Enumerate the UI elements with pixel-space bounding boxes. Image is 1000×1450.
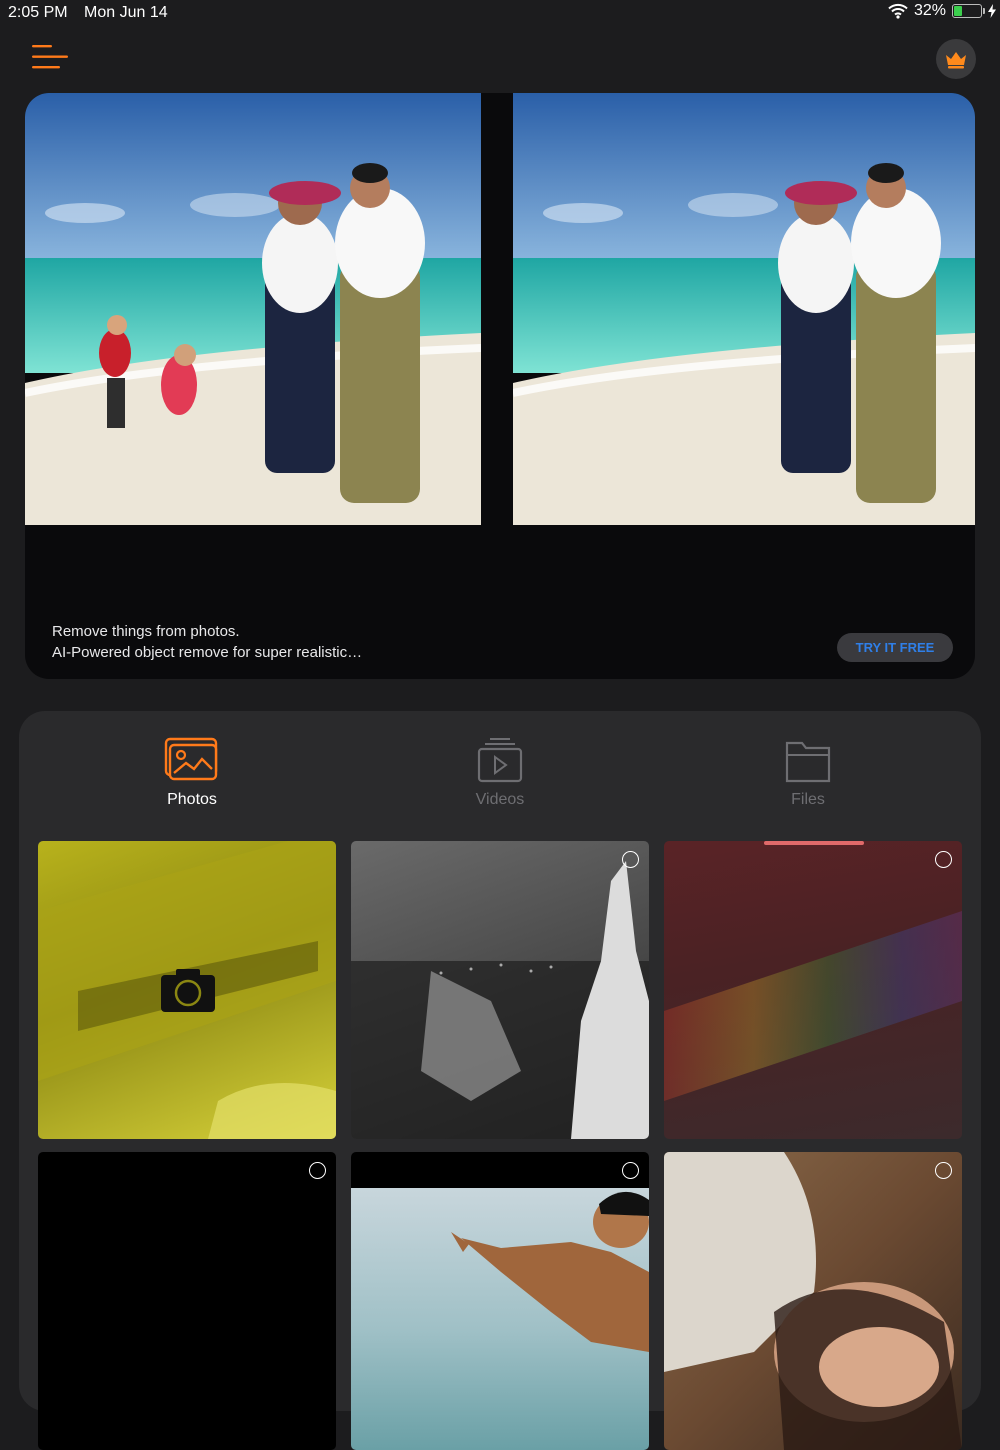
select-circle-icon[interactable] [935, 1162, 952, 1179]
wifi-icon [888, 3, 908, 19]
tab-photos-label: Photos [167, 791, 217, 808]
select-circle-icon[interactable] [935, 851, 952, 868]
photo-thumbnail[interactable] [664, 841, 962, 1139]
tab-photos[interactable]: Photos [122, 735, 262, 809]
photo-thumbnail[interactable] [664, 1152, 962, 1450]
status-right: 32% [888, 2, 996, 20]
crown-icon [946, 52, 966, 69]
camera-capture-tile[interactable] [38, 841, 336, 1139]
photos-icon [164, 737, 218, 781]
select-circle-icon[interactable] [309, 1162, 326, 1179]
premium-button[interactable] [936, 39, 976, 79]
hero-description: Remove things from photos. AI-Powered ob… [52, 621, 362, 663]
tab-videos-label: Videos [475, 791, 525, 808]
hero-before-image [25, 93, 481, 525]
hero-banner[interactable]: Remove things from photos. AI-Powered ob… [25, 93, 975, 679]
battery-fill [954, 6, 962, 16]
try-it-free-button[interactable]: TRY IT FREE [837, 633, 953, 662]
hero-after-image [513, 93, 975, 525]
status-time: 2:05 PM [8, 4, 68, 21]
tab-videos[interactable]: Videos [430, 735, 570, 809]
tab-files-label: Files [791, 791, 825, 808]
select-circle-icon[interactable] [622, 1162, 639, 1179]
tab-files[interactable]: Files [738, 735, 878, 809]
select-circle-icon[interactable] [622, 851, 639, 868]
battery-percent: 32% [913, 2, 946, 19]
menu-button[interactable] [30, 42, 70, 72]
folder-icon [785, 741, 831, 783]
photo-thumbnail[interactable] [351, 841, 649, 1139]
videos-icon [477, 738, 523, 783]
hero-line-1: Remove things from photos. [52, 623, 240, 640]
hero-line-2: AI-Powered object remove for super reali… [52, 644, 363, 661]
photo-thumbnail[interactable] [38, 1152, 336, 1450]
status-date: Mon Jun 14 [84, 4, 168, 21]
camera-icon [161, 969, 215, 1012]
status-bar: 2:05 PM Mon Jun 14 32% [0, 0, 1000, 26]
charging-bolt-icon [988, 4, 996, 18]
battery-icon [952, 4, 985, 18]
menu-lines-icon [32, 45, 68, 69]
photo-thumbnail[interactable] [351, 1152, 649, 1450]
